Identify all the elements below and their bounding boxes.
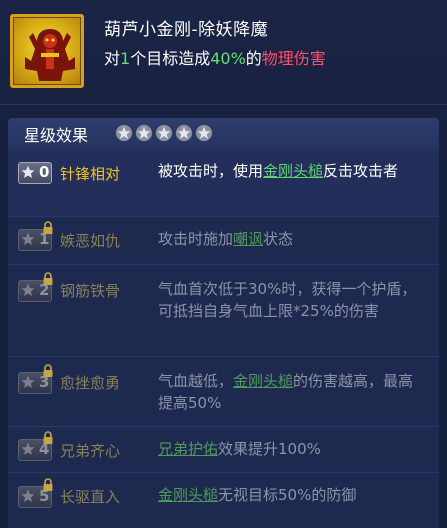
star-effect-row[interactable]: 4 兄弟齐心 兄弟护佑效果提升100% bbox=[8, 426, 439, 473]
star-icon bbox=[135, 124, 153, 142]
effect-name: 针锋相对 bbox=[60, 165, 121, 183]
star-icon bbox=[21, 283, 35, 296]
lock-icon bbox=[43, 221, 53, 234]
star-icon bbox=[175, 124, 193, 142]
star-icon bbox=[21, 232, 35, 245]
star-icon bbox=[21, 165, 35, 178]
star-icon bbox=[195, 124, 213, 142]
section-title: 星级效果 bbox=[24, 126, 89, 145]
star-icon bbox=[115, 124, 133, 142]
effect-description: 金刚头槌无视目标50%的防御 bbox=[158, 486, 357, 504]
effect-description: 气血越低，金刚头槌的伤害越高，最高提高50% bbox=[158, 372, 414, 412]
effect-description: 被攻击时，使用金刚头槌反击攻击者 bbox=[158, 162, 399, 180]
star-effect-row[interactable]: 3 愈挫愈勇 气血越低，金刚头槌的伤害越高，最高提高50% bbox=[8, 356, 439, 427]
star-icon bbox=[155, 124, 173, 142]
effect-description: 攻击时施加嘲讽状态 bbox=[158, 230, 294, 248]
star-effect-row[interactable]: 5 长驱直入 金刚头槌无视目标50%的防御 bbox=[8, 472, 439, 528]
star-level-badge: 4 bbox=[18, 431, 53, 461]
star-effects-list: 0 针锋相对 被攻击时，使用金刚头槌反击攻击者 1 嫉恶如仇 攻击时施加嘲讽状态… bbox=[8, 148, 439, 528]
star-effect-row[interactable]: 1 嫉恶如仇 攻击时施加嘲讽状态 bbox=[8, 216, 439, 265]
effect-name: 愈挫愈勇 bbox=[60, 374, 121, 392]
star-level-badge: 1 bbox=[18, 221, 53, 251]
star-level-badge: 0 bbox=[18, 162, 52, 184]
effect-name: 兄弟齐心 bbox=[60, 442, 121, 460]
star-level-badge: 2 bbox=[18, 272, 53, 302]
skill-header: 葫芦小金刚-除妖降魔 对1个目标造成40%的物理伤害 bbox=[0, 0, 447, 118]
effect-name: 嫉恶如仇 bbox=[60, 232, 121, 250]
star-icon bbox=[21, 489, 35, 502]
skill-link[interactable]: 金刚头槌 bbox=[233, 372, 293, 390]
skill-name: 葫芦小金刚-除妖降魔 bbox=[104, 20, 269, 40]
effect-name: 钢筋铁骨 bbox=[60, 282, 121, 300]
lock-icon bbox=[43, 431, 53, 444]
skill-link[interactable]: 嘲讽 bbox=[233, 230, 263, 248]
skill-description: 对1个目标造成40%的物理伤害 bbox=[104, 49, 326, 68]
effect-name: 长驱直入 bbox=[60, 488, 121, 506]
star-icon bbox=[21, 442, 35, 455]
star-effects-header: 星级效果 bbox=[8, 118, 439, 148]
skill-link[interactable]: 金刚头槌 bbox=[158, 486, 218, 504]
lock-icon bbox=[43, 272, 53, 285]
star-level-badge: 5 bbox=[18, 478, 53, 508]
star-icon bbox=[21, 375, 35, 388]
lock-icon bbox=[43, 478, 53, 491]
lock-icon bbox=[43, 364, 53, 377]
skill-link[interactable]: 金刚头槌 bbox=[263, 162, 323, 180]
star-effect-row[interactable]: 2 钢筋铁骨 气血首次低于30%时，获得一个护盾，可抵挡自身气血上限*25%的伤… bbox=[8, 264, 439, 357]
divider bbox=[0, 104, 447, 105]
star-level-badge: 3 bbox=[18, 364, 53, 394]
effect-description: 气血首次低于30%时，获得一个护盾，可抵挡自身气血上限*25%的伤害 bbox=[158, 280, 417, 320]
star-effect-row[interactable]: 0 针锋相对 被攻击时，使用金刚头槌反击攻击者 bbox=[8, 148, 439, 217]
skill-link[interactable]: 兄弟护佑 bbox=[158, 440, 218, 458]
gourd-warrior-icon bbox=[10, 14, 84, 88]
effect-description: 兄弟护佑效果提升100% bbox=[158, 440, 321, 458]
star-rating bbox=[115, 124, 213, 142]
